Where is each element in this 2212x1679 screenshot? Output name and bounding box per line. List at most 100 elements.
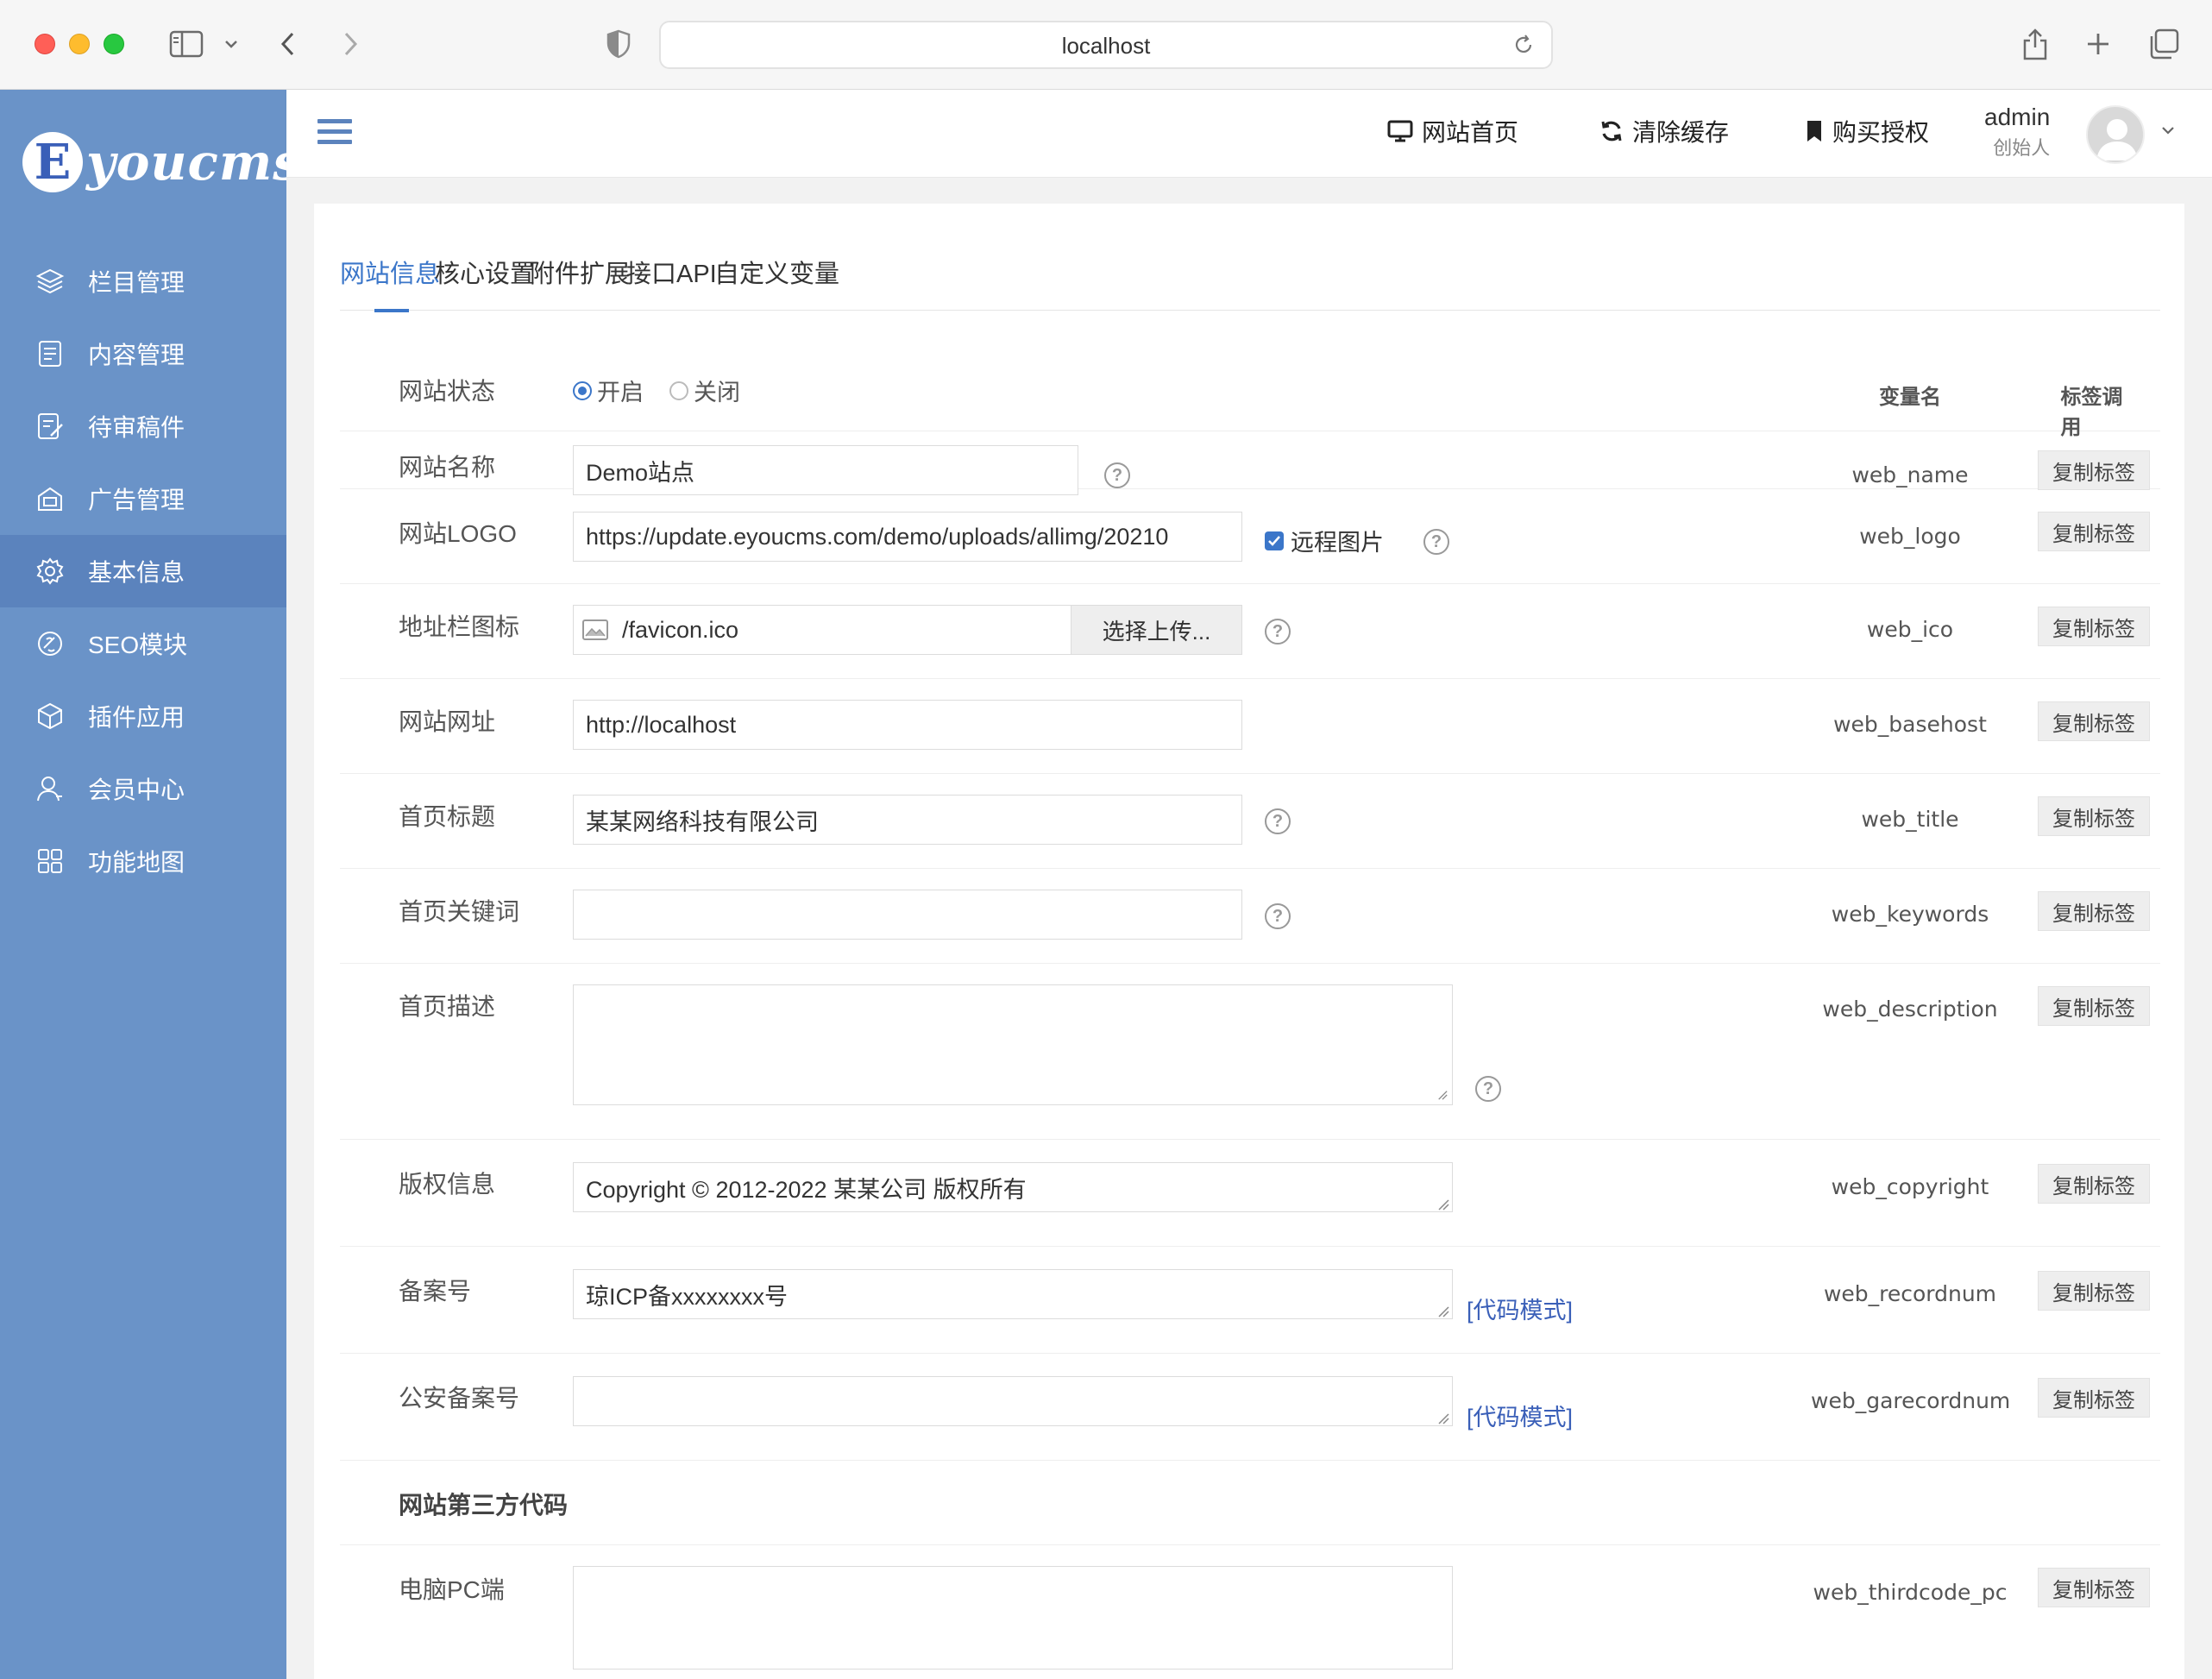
police-record-textarea[interactable] [573, 1376, 1453, 1426]
edit-note-icon [35, 411, 66, 442]
tab-overview-icon[interactable] [2146, 26, 2181, 62]
shield-icon[interactable] [604, 26, 633, 62]
chevron-down-icon[interactable] [221, 26, 242, 62]
sidebar-item-label: 栏目管理 [88, 269, 185, 296]
sidebar-item-content[interactable]: 内容管理 [0, 318, 286, 390]
site-logo-input[interactable]: https://update.eyoucms.com/demo/uploads/… [573, 512, 1242, 562]
url-text: localhost [1061, 33, 1151, 59]
var-name: web_garecordnum [1811, 1388, 2011, 1413]
checkbox-checked-icon [1265, 531, 1284, 550]
resize-grip-icon[interactable] [1437, 1198, 1449, 1211]
thirdcode-pc-row: 电脑PC端 web_thirdcode_pc 复制标签 [340, 1545, 2160, 1670]
help-icon[interactable]: ? [1265, 808, 1291, 834]
site-logo-label: 网站LOGO [399, 520, 517, 547]
buy-license-link[interactable]: 购买授权 [1805, 114, 1929, 148]
clear-cache-link[interactable]: 清除缓存 [1599, 114, 1729, 148]
copy-tag-button[interactable]: 复制标签 [2038, 986, 2150, 1026]
site-logo-row: 网站LOGO https://update.eyoucms.com/demo/u… [340, 489, 2160, 584]
tab-core-settings[interactable]: 核心设置 [435, 254, 535, 311]
sidebar-item-pending[interactable]: 待审稿件 [0, 390, 286, 462]
home-keywords-input[interactable] [573, 890, 1242, 940]
help-icon[interactable]: ? [1423, 529, 1449, 555]
site-url-input[interactable]: http://localhost [573, 700, 1242, 750]
copyright-textarea[interactable]: Copyright © 2012-2022 某某公司 版权所有 [573, 1162, 1453, 1212]
code-mode-link[interactable]: [代码模式] [1467, 1399, 1573, 1432]
copy-tag-button[interactable]: 复制标签 [2038, 512, 2150, 551]
resize-grip-icon[interactable] [1437, 1412, 1449, 1424]
status-on-radio[interactable]: 开启 [573, 374, 644, 407]
copy-tag-button[interactable]: 复制标签 [2038, 1271, 2150, 1311]
status-off-radio[interactable]: 关闭 [669, 374, 740, 407]
user-menu[interactable]: admin 创始人 [1984, 104, 2050, 160]
back-arrow-icon[interactable] [274, 26, 302, 62]
tab-api[interactable]: 接口API [626, 254, 717, 311]
favicon-input[interactable]: /favicon.ico 选择上传... [573, 605, 1242, 655]
help-icon[interactable]: ? [1104, 462, 1130, 488]
copy-tag-button[interactable]: 复制标签 [2038, 796, 2150, 836]
browser-toolbar: localhost [0, 0, 2212, 90]
code-mode-link[interactable]: [代码模式] [1467, 1292, 1573, 1325]
copy-tag-button[interactable]: 复制标签 [2038, 1568, 2150, 1607]
site-name-input[interactable]: Demo站点 [573, 445, 1078, 495]
tab-attachment[interactable]: 附件扩展 [530, 254, 630, 311]
resize-grip-icon[interactable] [1437, 1090, 1448, 1100]
sidebar-toggle-icon[interactable] [167, 26, 205, 62]
sidebar-item-category[interactable]: 栏目管理 [0, 245, 286, 318]
remote-image-checkbox[interactable]: 远程图片 [1265, 524, 1384, 557]
sidebar-item-seo[interactable]: SEO模块 [0, 607, 286, 680]
var-name: web_logo [1859, 524, 1961, 549]
home-title-label: 首页标题 [399, 803, 496, 830]
chevron-down-icon[interactable] [2160, 124, 2176, 140]
home-title-input[interactable]: 某某网络科技有限公司 [573, 795, 1242, 845]
thirdcode-pc-textarea[interactable] [573, 1566, 1453, 1670]
address-bar[interactable]: localhost [659, 21, 1553, 69]
copy-tag-button[interactable]: 复制标签 [2038, 450, 2150, 490]
bookmark-icon [1805, 119, 1824, 143]
copy-tag-button[interactable]: 复制标签 [2038, 1378, 2150, 1418]
top-header: 网站首页 清除缓存 购买授权 admin 创始人 [286, 90, 2212, 178]
menu-toggle-icon[interactable] [317, 119, 352, 148]
tab-site-info[interactable]: 网站信息 [340, 254, 440, 312]
grid-icon [35, 846, 66, 877]
sidebar-item-plugins[interactable]: 插件应用 [0, 680, 286, 752]
share-icon[interactable] [2019, 26, 2052, 62]
copy-tag-button[interactable]: 复制标签 [2038, 607, 2150, 646]
site-home-link[interactable]: 网站首页 [1387, 114, 1518, 148]
user-role: 创始人 [1993, 137, 2051, 159]
help-icon[interactable]: ? [1265, 619, 1291, 645]
forward-arrow-icon[interactable] [336, 26, 364, 62]
new-tab-plus-icon[interactable] [2083, 26, 2114, 62]
zoom-window-button[interactable] [104, 34, 124, 54]
minimize-window-button[interactable] [69, 34, 90, 54]
sidebar-item-ads[interactable]: 广告管理 [0, 462, 286, 535]
home-description-textarea[interactable] [573, 984, 1453, 1105]
sidebar-item-function-map[interactable]: 功能地图 [0, 825, 286, 897]
copy-tag-button[interactable]: 复制标签 [2038, 891, 2150, 931]
tab-custom-variables[interactable]: 自定义变量 [714, 254, 839, 311]
sidebar-item-members[interactable]: 会员中心 [0, 752, 286, 825]
record-number-label: 备案号 [399, 1278, 472, 1305]
copyright-row: 版权信息 Copyright © 2012-2022 某某公司 版权所有 web… [340, 1140, 2160, 1247]
help-icon[interactable]: ? [1265, 903, 1291, 929]
favicon-label: 地址栏图标 [399, 613, 520, 640]
var-name: web_recordnum [1823, 1281, 1997, 1306]
upload-button[interactable]: 选择上传... [1071, 606, 1241, 654]
avatar[interactable] [2086, 105, 2145, 164]
resize-grip-icon[interactable] [1437, 1305, 1449, 1317]
site-home-label: 网站首页 [1422, 119, 1519, 146]
copyright-label: 版权信息 [399, 1171, 496, 1198]
record-number-textarea[interactable]: 琼ICP备xxxxxxxx号 [573, 1269, 1453, 1319]
logo-text: youcms [86, 133, 302, 192]
var-name: web_copyright [1831, 1174, 1989, 1199]
sidebar-item-basic-info[interactable]: 基本信息 [0, 535, 286, 607]
home-title-row: 首页标题 某某网络科技有限公司 ? web_title 复制标签 [340, 774, 2160, 869]
copy-tag-button[interactable]: 复制标签 [2038, 701, 2150, 741]
copy-tag-button[interactable]: 复制标签 [2038, 1164, 2150, 1204]
sidebar-item-label: 待审稿件 [88, 414, 185, 441]
home-description-label: 首页描述 [399, 993, 496, 1020]
main-content: 网站信息 核心设置 附件扩展 接口API 自定义变量 网站状态 开启 关闭 变量… [286, 178, 2212, 1679]
help-icon[interactable]: ? [1475, 1076, 1501, 1102]
close-window-button[interactable] [35, 34, 55, 54]
eyoucms-logo[interactable]: E youcms [22, 128, 302, 197]
reload-icon[interactable] [1511, 33, 1536, 61]
